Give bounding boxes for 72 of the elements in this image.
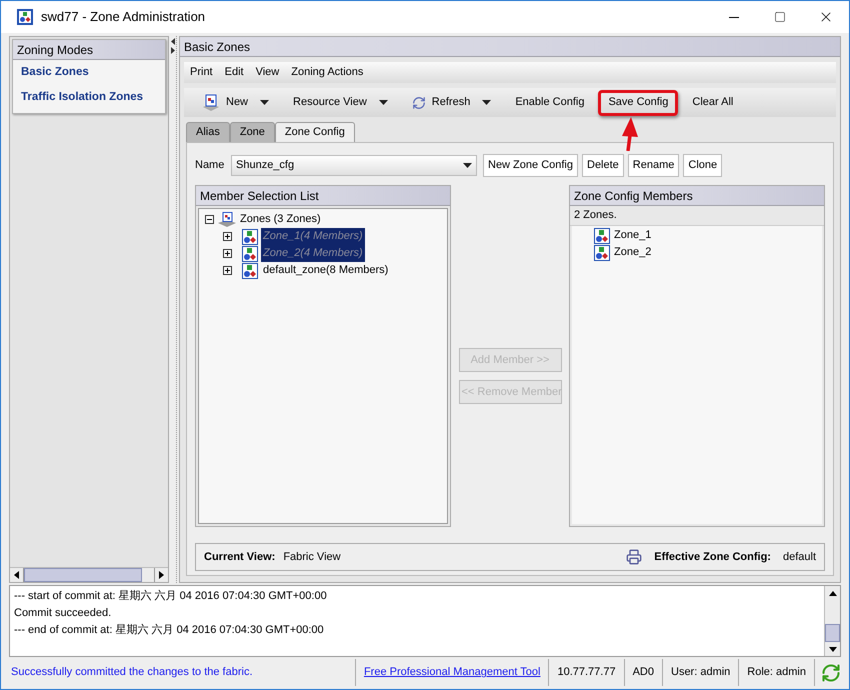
current-view-label: Current View: xyxy=(204,550,276,565)
current-view-value: Fabric View xyxy=(283,550,341,565)
tree-item[interactable]: Zone_2 xyxy=(614,244,652,261)
log-line: --- start of commit at: 星期六 六月 04 2016 07:04:30 GMT+00:00 xyxy=(14,589,328,604)
minimize-icon xyxy=(729,16,739,18)
toolbar-button[interactable]: Resource View xyxy=(283,90,398,116)
config-button[interactable]: Rename xyxy=(628,154,680,176)
menu-item[interactable]: Zoning Actions xyxy=(291,64,364,81)
status-message: Successfully committed the changes to the fabric. xyxy=(10,665,253,680)
toolbar-button[interactable]: Save Config xyxy=(598,90,678,116)
scroll-right-icon xyxy=(159,571,164,579)
zone-count: 2 Zones. xyxy=(574,208,617,224)
sync-icon[interactable] xyxy=(821,662,841,682)
panel-title: Zoning Modes xyxy=(13,40,165,60)
zone-icon xyxy=(242,262,258,278)
app-icon xyxy=(17,9,33,25)
panel-title: Member Selection List xyxy=(196,186,450,206)
log-line: --- end of commit at: 星期六 六月 04 2016 07:04:30 GMT+00:00 xyxy=(14,623,325,638)
toolbar-button[interactable]: Enable Config xyxy=(505,90,594,116)
role-label: Role: admin xyxy=(738,659,814,686)
scroll-left-icon xyxy=(14,571,19,579)
tree-item[interactable]: Zones (3 Zones) xyxy=(240,211,321,228)
tab[interactable]: Alias xyxy=(186,122,230,142)
caret-icon xyxy=(378,100,388,105)
ip-address: 10.77.77.77 xyxy=(548,659,624,686)
refresh-icon xyxy=(412,96,426,110)
horizontal-scrollbar[interactable] xyxy=(10,567,168,582)
scroll-down-icon xyxy=(828,646,836,652)
window-title: swd77 - Zone Administration xyxy=(41,8,206,26)
effective-config-value: default xyxy=(782,550,816,565)
server-icon xyxy=(218,212,236,228)
tree-item[interactable]: Zone_2(4 Members) xyxy=(261,245,365,262)
menu-item[interactable]: Print xyxy=(190,64,213,81)
panel-title: Zone Config Members xyxy=(570,186,824,206)
zone-icon xyxy=(594,244,610,260)
zone-icon xyxy=(242,246,258,262)
config-button[interactable]: Delete xyxy=(582,154,624,176)
toolbar-button[interactable]: New xyxy=(192,90,280,116)
tree-item[interactable]: default_zone(8 Members) xyxy=(261,262,390,279)
vertical-scrollbar[interactable] xyxy=(824,586,840,656)
expand-icon[interactable] xyxy=(223,249,232,258)
user-label: User: admin xyxy=(662,659,738,686)
effective-config-label: Effective Zone Config: xyxy=(654,550,771,565)
menu-item[interactable]: View xyxy=(256,64,280,81)
menu-item[interactable]: Edit xyxy=(224,64,244,81)
sidebar-link[interactable]: Basic Zones xyxy=(21,64,165,82)
name-dropdown[interactable]: Shunze_cfg xyxy=(231,154,477,176)
sidebar-link[interactable]: Traffic Isolation Zones xyxy=(21,89,165,106)
scroll-up-icon xyxy=(828,590,836,596)
zone-icon xyxy=(242,228,258,244)
maximize-icon xyxy=(774,11,786,23)
tree-item[interactable]: Zone_1(4 Members) xyxy=(261,228,365,245)
management-tool-link[interactable]: Free Professional Management Tool xyxy=(364,664,540,681)
caret-icon xyxy=(463,162,472,168)
toolbar-button[interactable]: Refresh xyxy=(402,90,502,116)
toolbar-button[interactable]: Clear All xyxy=(682,90,744,116)
printer-icon[interactable] xyxy=(626,549,642,565)
tree-toggle[interactable] xyxy=(205,215,214,224)
config-button[interactable]: New Zone Config xyxy=(483,154,578,176)
caret-icon xyxy=(260,100,270,105)
new-document-icon xyxy=(202,94,220,112)
tree-item[interactable]: Zone_1 xyxy=(614,227,652,244)
config-button[interactable]: Clone xyxy=(683,154,722,176)
admin-domain: AD0 xyxy=(624,659,662,686)
caret-icon xyxy=(482,100,492,105)
expand-icon[interactable] xyxy=(223,232,232,241)
log-line: Commit succeeded. xyxy=(14,606,112,621)
expand-icon[interactable] xyxy=(223,266,232,275)
panel-title: Basic Zones xyxy=(180,37,840,57)
name-label: Name xyxy=(195,158,226,173)
tab[interactable]: Zone Config xyxy=(274,122,355,142)
tab[interactable]: Zone xyxy=(230,122,275,142)
